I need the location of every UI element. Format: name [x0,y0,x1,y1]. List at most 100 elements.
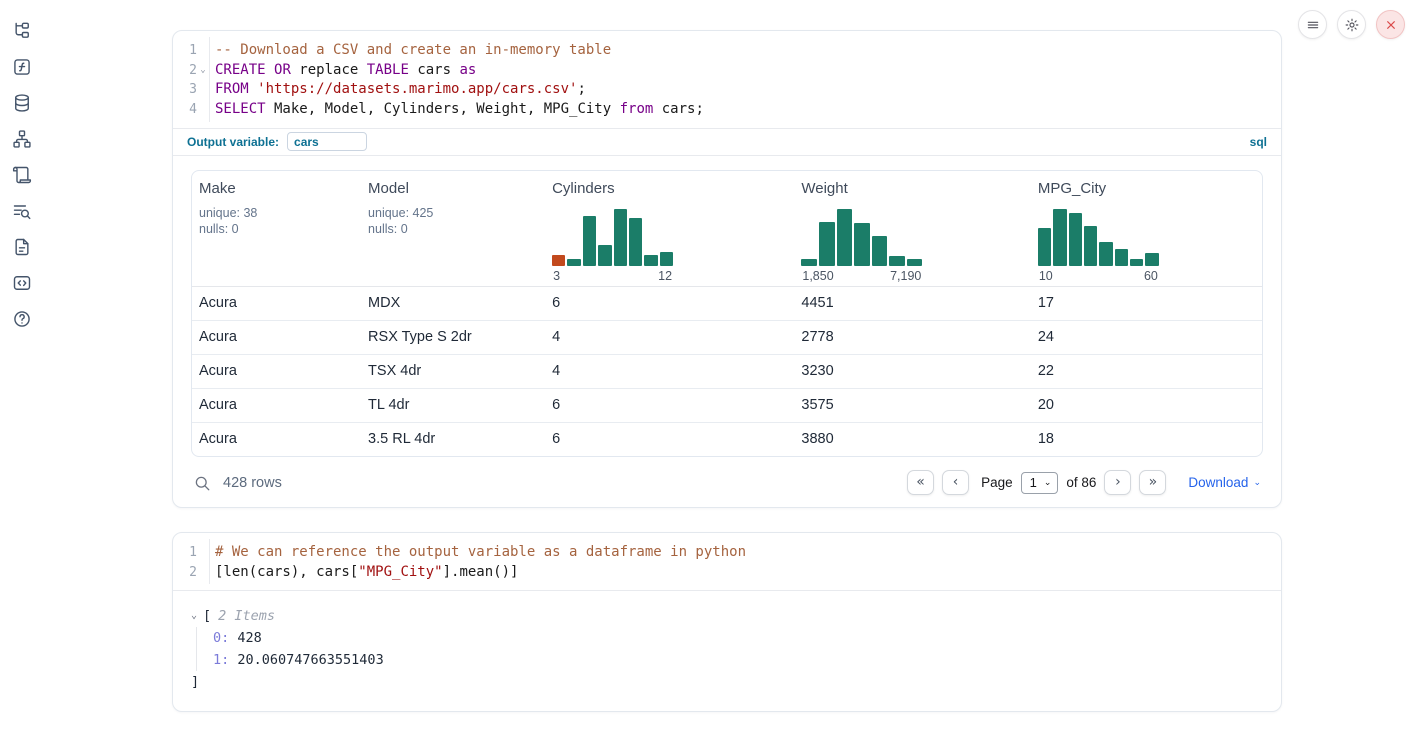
column-name[interactable]: Model [368,180,545,197]
histogram [552,209,673,266]
sql-output-area: Makeunique: 38nulls: 0Modelunique: 425nu… [173,155,1281,507]
histogram-bar [629,218,642,266]
histogram-bar [801,259,817,266]
function-square-icon[interactable] [12,57,32,77]
python-cell: 1# We can reference the output variable … [172,532,1282,712]
histogram-bar [1038,228,1051,266]
list-search-icon[interactable] [12,201,32,221]
chevron-down-icon: ⌄ [1253,477,1261,488]
table-cell: 6 [545,397,794,413]
file-tree-icon[interactable] [12,21,32,41]
code-box-icon[interactable] [12,273,32,293]
code-text: # We can reference the output variable a… [209,543,746,563]
histogram-axis: 1060 [1038,269,1159,283]
column-header-weight: Weight 1,850 7,190 [794,180,1030,283]
axis-max-label: 12 [658,269,672,283]
settings-gear-icon[interactable] [1337,10,1366,39]
code-line: 1-- Download a CSV and create an in-memo… [173,41,1281,61]
sql-editor[interactable]: 1-- Download a CSV and create an in-memo… [173,31,1281,128]
tree-close-bracket: ] [191,671,1263,693]
output-variable-input[interactable] [287,132,367,151]
table-cell: 6 [545,295,794,311]
python-editor[interactable]: 1# We can reference the output variable … [173,533,1281,590]
column-name[interactable]: Weight [801,180,1030,197]
last-page-button[interactable]: » [1139,470,1166,495]
histogram [1038,209,1159,266]
column-stat: unique: 38 [199,205,361,222]
table-cell: Acura [192,397,361,413]
table-cell: TL 4dr [361,397,545,413]
output-variable-strip: Output variable: sql [173,128,1281,155]
code-line: 2[len(cars), cars["MPG_City"].mean()] [173,563,1281,583]
line-number: 3 [173,80,197,100]
chevron-down-icon[interactable]: ⌄ [191,605,203,627]
table-cell: 6 [545,431,794,447]
histogram-bar [1130,259,1143,266]
column-header-make: Makeunique: 38nulls: 0 [192,180,361,283]
axis-max-label: 7,190 [890,269,921,283]
first-page-button[interactable]: « [907,470,934,495]
scroll-icon[interactable] [12,165,32,185]
histogram-bar [889,256,905,266]
data-table: Makeunique: 38nulls: 0Modelunique: 425nu… [191,170,1263,457]
column-name[interactable]: Cylinders [552,180,794,197]
tree-entry-value: 20.060747663551403 [229,652,383,668]
close-icon[interactable] [1376,10,1405,39]
histogram-bar [614,209,627,266]
table-cell: RSX Type S 2dr [361,329,545,345]
histogram-bar [1053,209,1066,266]
fold-spacer [197,100,209,120]
fold-chevron-icon[interactable]: ⌄ [197,61,209,81]
column-name[interactable]: Make [199,180,361,197]
table-cell: 22 [1031,363,1262,379]
database-icon[interactable] [12,93,32,113]
search-icon[interactable] [193,474,211,492]
page-label: Page [981,475,1013,490]
histogram-bar [660,252,673,266]
histogram-bar [644,255,657,266]
tree-entry: 1: 20.060747663551403 [213,649,1263,671]
file-text-icon[interactable] [12,237,32,257]
histogram-bar [1115,249,1128,266]
histogram-bar [1145,253,1158,266]
table-cell: Acura [192,329,361,345]
histogram-bar [819,222,835,266]
download-label: Download [1188,475,1248,490]
table-cell: 3.5 RL 4dr [361,431,545,447]
line-number: 4 [173,100,197,120]
download-button[interactable]: Download ⌄ [1188,475,1261,490]
next-page-button[interactable]: › [1104,470,1131,495]
table-cell: 2778 [794,329,1030,345]
code-line: 2⌄CREATE OR replace TABLE cars as [173,61,1281,81]
python-output-area: ⌄ [ 2 Items 0: 4281: 20.060747663551403 … [173,590,1281,709]
table-row: AcuraRSX Type S 2dr4277824 [192,321,1262,355]
menu-icon[interactable] [1298,10,1327,39]
axis-min-label: 3 [553,269,560,283]
table-footer: 428 rows « ‹ Page 1 ⌄ of 86 › » Download… [191,467,1263,499]
table-row: AcuraTSX 4dr4323022 [192,355,1262,389]
tree-entry-index: 1: [213,652,229,668]
code-line: 3FROM 'https://datasets.marimo.app/cars.… [173,80,1281,100]
table-cell: Acura [192,431,361,447]
line-number: 1 [173,41,197,61]
axis-min-label: 1,850 [802,269,833,283]
column-stat: unique: 425 [368,205,545,222]
code-text: SELECT Make, Model, Cylinders, Weight, M… [209,100,704,120]
code-line: 4 SELECT Make, Model, Cylinders, Weight, … [173,100,1281,120]
tree-items-count: 2 Items [218,605,275,627]
tree-entries: 0: 4281: 20.060747663551403 [196,627,1263,671]
fold-spacer [197,543,209,563]
table-cell: MDX [361,295,545,311]
column-name[interactable]: MPG_City [1038,180,1262,197]
network-icon[interactable] [12,129,32,149]
histogram-bar [1099,242,1112,266]
column-stat: nulls: 0 [368,221,545,238]
tree-entry: 0: 428 [213,627,1263,649]
histogram-bar [583,216,596,266]
histogram-axis: 3 12 [552,269,673,283]
table-cell: 18 [1031,431,1262,447]
prev-page-button[interactable]: ‹ [942,470,969,495]
help-circle-icon[interactable] [12,309,32,329]
language-badge: sql [1250,135,1267,149]
page-select[interactable]: 1 ⌄ [1021,472,1059,494]
